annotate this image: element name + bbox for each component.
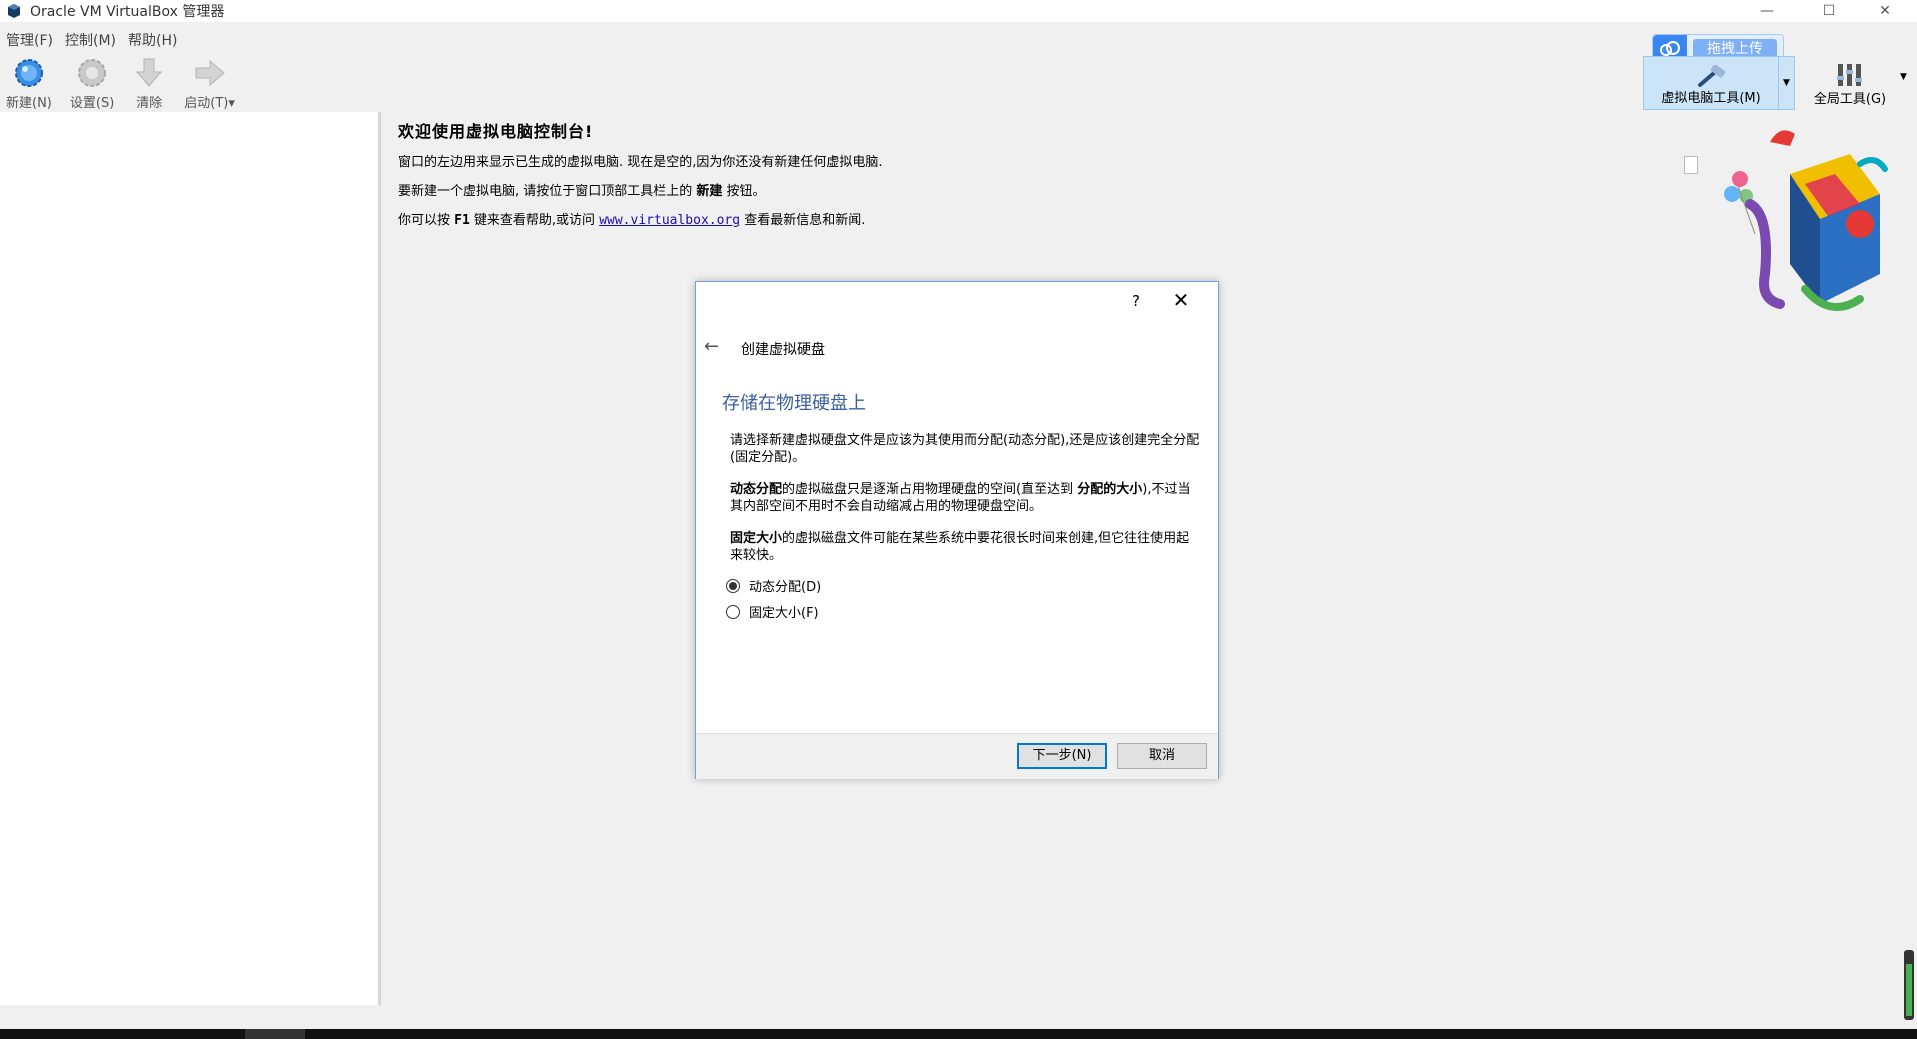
radio-dynamic-label: 动态分配(D) <box>749 580 822 595</box>
close-icon: ✕ <box>1879 3 1891 19</box>
radio-dynamic-allocation[interactable]: 动态分配(D) <box>726 576 821 595</box>
machine-tools-label: 虚拟电脑工具(M) <box>1661 91 1761 106</box>
virtualbox-logo <box>1724 130 1888 311</box>
menu-manage[interactable]: 管理(F) <box>0 30 59 50</box>
page-heading: 存储在物理硬盘上 <box>722 393 866 414</box>
close-window-button[interactable]: ✕ <box>1862 0 1908 22</box>
menu-bar: 管理(F) 控制(M) 帮助(H) <box>0 30 183 50</box>
new-vm-button[interactable]: 新建(N) <box>6 56 52 112</box>
radio-button-unchecked[interactable] <box>726 604 740 619</box>
welcome-title: 欢迎使用虚拟电脑控制台! <box>398 122 594 141</box>
back-arrow-icon[interactable]: ← <box>704 338 726 356</box>
global-tools-dropdown-arrow-icon[interactable]: ▼ <box>1900 72 1907 82</box>
menu-control[interactable]: 控制(M) <box>59 30 122 50</box>
document-icon <box>1684 156 1698 174</box>
welcome-line-1: 窗口的左边用来显示已生成的虚拟电脑. 现在是空的,因为你还没有新建任何虚拟电脑. <box>398 155 883 170</box>
discard-label: 清除 <box>136 96 163 111</box>
taskbar <box>0 1029 1917 1039</box>
minimize-icon: — <box>1760 3 1774 19</box>
main-toolbar: 新建(N) 设置(S) 清除 启动(T)▾ <box>0 56 253 112</box>
help-button[interactable]: ? <box>1124 289 1148 313</box>
virtualbox-link[interactable]: www.virtualbox.org <box>599 213 740 228</box>
global-tools-icon <box>1837 64 1862 86</box>
machine-tools-dropdown[interactable]: ▼ <box>1779 56 1795 110</box>
chevron-down-icon: ▾ <box>228 96 235 111</box>
next-button[interactable]: 下一步(N) <box>1017 743 1107 769</box>
vm-list-panel[interactable] <box>0 112 381 1005</box>
discard-arrow-down-icon <box>136 58 163 87</box>
settings-gear-icon <box>78 59 107 87</box>
radio-fixed-label: 固定大小(F) <box>749 606 819 621</box>
dialog-close-button[interactable]: ✕ <box>1164 286 1198 314</box>
create-virtual-disk-dialog: ? ✕ ← 创建虚拟硬盘 存储在物理硬盘上 请选择新建虚拟硬盘文件是应该为其使用… <box>695 281 1219 779</box>
start-label: 启动(T)▾ <box>184 96 235 111</box>
radio-button-checked[interactable] <box>726 578 740 593</box>
dialog-footer: 下一步(N) 取消 <box>696 733 1218 779</box>
settings-button[interactable]: 设置(S) <box>70 56 114 112</box>
status-bar <box>0 1005 1917 1029</box>
dynamic-allocation-paragraph: 动态分配的虚拟磁盘只是逐渐占用物理硬盘的空间(直至达到 分配的大小),不过当其内… <box>730 482 1191 514</box>
fixed-size-paragraph: 固定大小的虚拟磁盘文件可能在某些系统中要花很长时间来创建,但它往往使用起来较快。 <box>730 531 1190 563</box>
machine-tools-button[interactable]: 虚拟电脑工具(M) <box>1643 56 1779 110</box>
taskbar-item[interactable] <box>245 1029 305 1039</box>
volume-meter <box>1904 950 1914 1020</box>
dropdown-arrow-icon: ▼ <box>1783 78 1790 88</box>
discard-button[interactable]: 清除 <box>132 56 166 112</box>
title-bar: Oracle VM VirtualBox 管理器 — ☐ ✕ <box>0 0 1917 22</box>
window-title: Oracle VM VirtualBox 管理器 <box>30 4 225 20</box>
settings-label: 设置(S) <box>69 96 115 111</box>
description-paragraph: 请选择新建虚拟硬盘文件是应该为其使用而分配(动态分配),还是应该创建完全分配(固… <box>730 433 1200 465</box>
hammer-icon <box>1698 65 1726 87</box>
new-gear-icon <box>14 59 43 87</box>
welcome-panel: 欢迎使用虚拟电脑控制台! 窗口的左边用来显示已生成的虚拟电脑. 现在是空的,因为… <box>398 118 1598 238</box>
start-arrow-right-icon <box>195 59 225 87</box>
global-tools-label: 全局工具(G) <box>1813 92 1887 107</box>
global-tools-button[interactable]: 全局工具(G) <box>1800 56 1900 110</box>
virtualbox-app-icon <box>8 4 20 18</box>
radio-fixed-size[interactable]: 固定大小(F) <box>726 602 819 621</box>
menu-help[interactable]: 帮助(H) <box>122 30 183 50</box>
welcome-line-2: 要新建一个虚拟电脑, 请按位于窗口顶部工具栏上的 新建 按钮。 <box>398 184 766 199</box>
maximize-icon: ☐ <box>1822 3 1836 19</box>
minimize-button[interactable]: — <box>1744 0 1790 22</box>
new-vm-label: 新建(N) <box>6 96 52 111</box>
wizard-title: 创建虚拟硬盘 <box>741 342 825 358</box>
welcome-line-3: 你可以按 F1 键来查看帮助,或访问 www.virtualbox.org 查看… <box>398 213 866 228</box>
cancel-button[interactable]: 取消 <box>1117 743 1207 769</box>
start-button[interactable]: 启动(T)▾ <box>184 56 235 112</box>
maximize-button[interactable]: ☐ <box>1806 0 1852 22</box>
